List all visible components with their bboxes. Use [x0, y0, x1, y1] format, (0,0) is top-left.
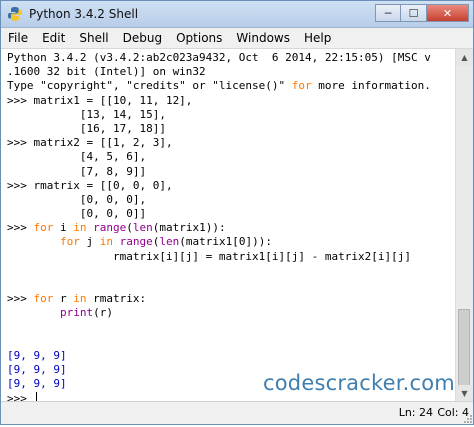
vertical-scrollbar[interactable]: ▲ ▼	[455, 49, 473, 402]
keyword-token: in	[99, 235, 113, 249]
shell-line: rmatrix[i][j] = matrix1[i][j] - matrix2[…	[7, 249, 411, 263]
resize-grip-icon[interactable]	[463, 414, 473, 424]
menu-debug[interactable]: Debug	[116, 28, 169, 48]
shell-line: >>> for r in rmatrix:	[7, 292, 147, 306]
idle-shell-window: Python 3.4.2 Shell ─ ☐ ✕ File Edit Shell…	[0, 0, 474, 425]
title-bar[interactable]: Python 3.4.2 Shell ─ ☐ ✕	[1, 1, 473, 28]
window-title: Python 3.4.2 Shell	[29, 7, 139, 21]
shell-line: print(r)	[59, 306, 113, 320]
scroll-down-icon[interactable]: ▼	[456, 385, 473, 402]
scroll-up-icon[interactable]: ▲	[456, 49, 473, 66]
program-output: [9, 9, 9]	[7, 348, 67, 362]
shell-line: .1600 32 bit (Intel)] on win32	[7, 65, 206, 79]
menu-windows[interactable]: Windows	[229, 28, 297, 48]
shell-line: [16, 17, 18]]	[7, 121, 166, 135]
shell-line: [13, 14, 15],	[7, 107, 166, 121]
builtin-token: len	[159, 235, 180, 249]
builtin-token: range	[93, 221, 127, 235]
shell-text-area[interactable]: Python 3.4.2 (v3.4.2:ab2c023a9432, Oct 6…	[1, 49, 473, 402]
menu-file[interactable]: File	[1, 28, 35, 48]
shell-line: >>> matrix1 = [[10, 11, 12],	[7, 93, 193, 107]
scrollbar-thumb[interactable]	[458, 309, 470, 391]
python-logo-icon	[7, 6, 23, 22]
shell-line: >>> rmatrix = [[0, 0, 0],	[7, 178, 173, 192]
keyword-token: in	[73, 221, 87, 235]
shell-line: [9, 9, 9]	[7, 349, 455, 363]
shell-line: [4, 5, 6],	[7, 150, 147, 164]
window-controls: ─ ☐ ✕	[375, 4, 469, 24]
menu-bar: File Edit Shell Debug Options Windows He…	[1, 28, 473, 49]
builtin-token: print	[59, 306, 94, 320]
menu-options[interactable]: Options	[169, 28, 229, 48]
shell-line: [0, 0, 0],	[7, 192, 147, 206]
menu-help[interactable]: Help	[297, 28, 338, 48]
maximize-button[interactable]: ☐	[401, 4, 427, 22]
keyword-token: for	[291, 79, 312, 93]
builtin-token: len	[132, 221, 153, 235]
keyword-token: for	[33, 221, 54, 235]
shell-line: Type "copyright", "credits" or "license(…	[7, 79, 431, 93]
menu-shell[interactable]: Shell	[72, 28, 115, 48]
shell-line: [0, 0, 0]]	[7, 207, 147, 221]
minimize-button[interactable]: ─	[375, 4, 401, 22]
status-line: Ln: 24	[398, 406, 433, 419]
shell-line: >>> for i in range(len(matrix1)):	[7, 221, 226, 235]
shell-line: [7, 8, 9]]	[7, 164, 147, 178]
shell-line: for j in range(len(matrix1[0])):	[59, 235, 272, 249]
shell-output[interactable]: Python 3.4.2 (v3.4.2:ab2c023a9432, Oct 6…	[7, 51, 455, 402]
shell-line: Python 3.4.2 (v3.4.2:ab2c023a9432, Oct 6…	[7, 51, 431, 64]
builtin-token: range	[119, 235, 153, 249]
program-output: [9, 9, 9]	[7, 363, 67, 377]
shell-line: >>> matrix2 = [[1, 2, 3],	[7, 136, 173, 150]
watermark: codescracker.com	[263, 371, 455, 395]
status-bar: Ln: 24 Col: 4	[1, 401, 473, 424]
menu-edit[interactable]: Edit	[35, 28, 72, 48]
keyword-token: in	[73, 292, 87, 306]
keyword-token: for	[33, 292, 54, 306]
program-output: [9, 9, 9]	[7, 377, 67, 391]
close-button[interactable]: ✕	[427, 4, 469, 22]
keyword-token: for	[59, 235, 80, 249]
